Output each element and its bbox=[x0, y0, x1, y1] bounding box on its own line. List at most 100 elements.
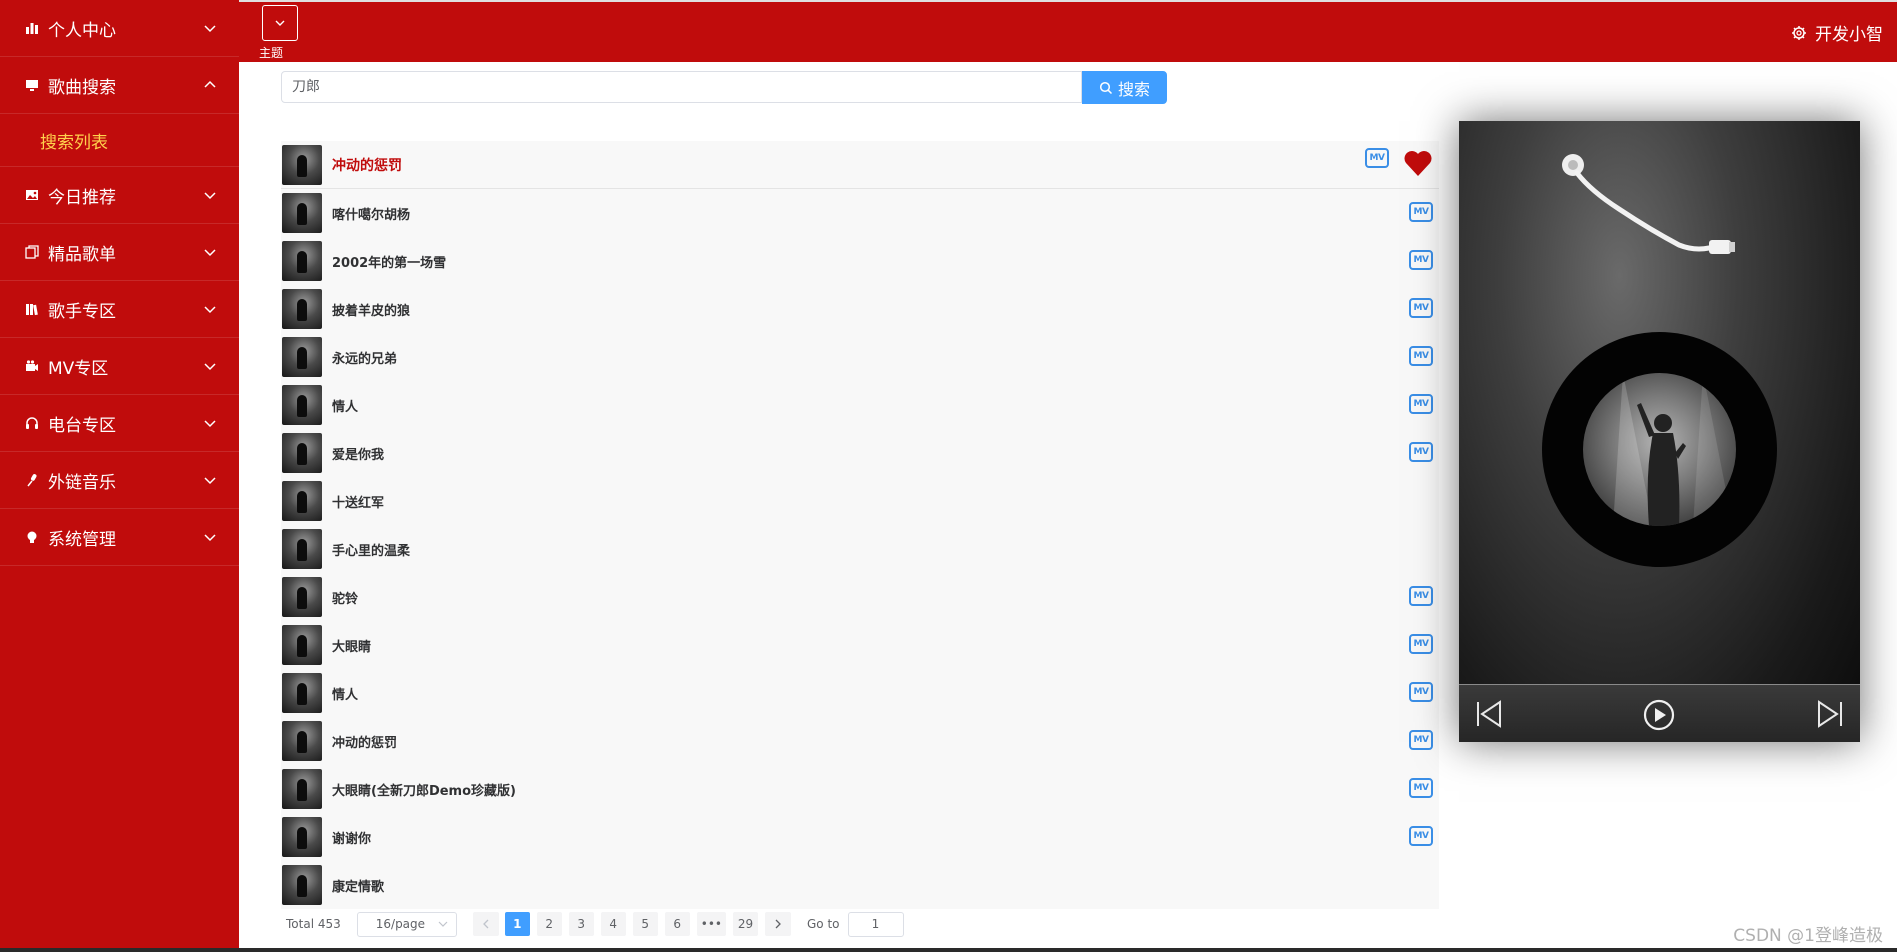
song-row[interactable]: 永远的兄弟 MV bbox=[281, 333, 1439, 381]
song-row[interactable]: 驼铃 MV bbox=[281, 573, 1439, 621]
mv-icon[interactable]: MV bbox=[1409, 442, 1433, 462]
song-title[interactable]: 喀什噶尔胡杨 bbox=[332, 204, 410, 223]
theme-button[interactable] bbox=[262, 5, 298, 41]
page-number[interactable]: 1 bbox=[504, 912, 530, 936]
heart-icon[interactable] bbox=[1403, 149, 1433, 177]
goto-page-input[interactable]: 1 bbox=[847, 911, 904, 937]
search-button[interactable]: 搜索 bbox=[1082, 71, 1167, 104]
headphones-icon bbox=[24, 415, 40, 431]
mv-icon[interactable]: MV bbox=[1409, 682, 1433, 702]
song-row[interactable]: 谢谢你 MV bbox=[281, 813, 1439, 861]
song-row[interactable]: 冲动的惩罚 MV bbox=[281, 141, 1439, 189]
bar-chart-icon bbox=[24, 20, 40, 36]
song-title[interactable]: 情人 bbox=[332, 684, 358, 703]
song-title[interactable]: 披着羊皮的狼 bbox=[332, 300, 410, 319]
theme-label: 主题 bbox=[259, 46, 284, 60]
song-cover bbox=[282, 529, 322, 569]
song-row[interactable]: 十送红军 bbox=[281, 477, 1439, 525]
song-title[interactable]: 谢谢你 bbox=[332, 828, 371, 847]
song-row[interactable]: 喀什噶尔胡杨 MV bbox=[281, 189, 1439, 237]
username: 开发小智 bbox=[1815, 25, 1883, 45]
sidebar: 个人中心 歌曲搜索 搜索列表 今日推荐 精品歌单 歌手专区 MV专区 电台专区 … bbox=[0, 0, 239, 948]
song-row[interactable]: 手心里的温柔 bbox=[281, 525, 1439, 573]
song-title[interactable]: 永远的兄弟 bbox=[332, 348, 397, 367]
song-list: 冲动的惩罚 MV 喀什噶尔胡杨 MV 2002年的第一场雪 MV 披着羊皮的狼 MV 永远的兄弟… bbox=[281, 141, 1439, 909]
user-menu[interactable]: 开发小智 bbox=[1791, 20, 1883, 45]
song-cover bbox=[282, 865, 322, 905]
song-title[interactable]: 冲动的惩罚 bbox=[332, 155, 402, 175]
page-number[interactable]: 4 bbox=[600, 912, 626, 936]
sidebar-item-today-recommend[interactable]: 今日推荐 bbox=[0, 167, 239, 224]
mv-icon[interactable]: MV bbox=[1409, 634, 1433, 654]
mv-icon[interactable]: MV bbox=[1365, 148, 1389, 168]
song-title[interactable]: 驼铃 bbox=[332, 588, 358, 607]
page-size-select[interactable]: 16/page bbox=[356, 911, 457, 937]
more-pages-button[interactable]: ••• bbox=[696, 912, 726, 936]
song-title[interactable]: 爱是你我 bbox=[332, 444, 384, 463]
song-row[interactable]: 冲动的惩罚 MV bbox=[281, 717, 1439, 765]
library-icon bbox=[24, 301, 40, 317]
page-number[interactable]: 6 bbox=[664, 912, 690, 936]
sidebar-item-personal-center[interactable]: 个人中心 bbox=[0, 0, 239, 57]
search-icon bbox=[1099, 81, 1113, 94]
chevron-down-icon bbox=[275, 20, 285, 26]
sidebar-item-label: 精品歌单 bbox=[48, 244, 116, 265]
next-page-button[interactable] bbox=[764, 912, 791, 936]
song-cover bbox=[282, 673, 322, 713]
sidebar-item-system-management[interactable]: 系统管理 bbox=[0, 509, 239, 566]
song-cover bbox=[282, 193, 322, 233]
song-row[interactable]: 康定情歌 bbox=[281, 861, 1439, 909]
song-row[interactable]: 爱是你我 MV bbox=[281, 429, 1439, 477]
chevron-down-icon bbox=[204, 306, 216, 314]
next-track-icon[interactable] bbox=[1816, 699, 1844, 729]
mv-icon[interactable]: MV bbox=[1409, 778, 1433, 798]
prev-page-button[interactable] bbox=[472, 912, 499, 936]
mv-icon[interactable]: MV bbox=[1409, 826, 1433, 846]
song-title[interactable]: 十送红军 bbox=[332, 492, 384, 511]
sidebar-item-playlists[interactable]: 精品歌单 bbox=[0, 224, 239, 281]
song-row[interactable]: 情人 MV bbox=[281, 669, 1439, 717]
song-cover bbox=[282, 721, 322, 761]
song-title[interactable]: 大眼睛(全新刀郎Demo珍藏版) bbox=[332, 780, 516, 799]
song-title[interactable]: 2002年的第一场雪 bbox=[332, 252, 446, 271]
song-row[interactable]: 情人 MV bbox=[281, 381, 1439, 429]
mv-icon[interactable]: MV bbox=[1409, 730, 1433, 750]
song-cover bbox=[282, 144, 322, 185]
sidebar-subitem-search-list[interactable]: 搜索列表 bbox=[0, 114, 239, 167]
chevron-down-icon bbox=[204, 192, 216, 200]
mv-icon[interactable]: MV bbox=[1409, 394, 1433, 414]
song-title[interactable]: 情人 bbox=[332, 396, 358, 415]
search-input[interactable]: 刀郎 bbox=[281, 71, 1082, 103]
chevron-down-icon bbox=[204, 363, 216, 371]
chevron-down-icon bbox=[204, 420, 216, 428]
mv-icon[interactable]: MV bbox=[1409, 298, 1433, 318]
song-row[interactable]: 大眼睛 MV bbox=[281, 621, 1439, 669]
mv-icon[interactable]: MV bbox=[1409, 202, 1433, 222]
sidebar-item-singers[interactable]: 歌手专区 bbox=[0, 281, 239, 338]
mv-icon[interactable]: MV bbox=[1409, 346, 1433, 366]
song-title[interactable]: 大眼睛 bbox=[332, 636, 371, 655]
song-row[interactable]: 披着羊皮的狼 MV bbox=[281, 285, 1439, 333]
sidebar-item-radio[interactable]: 电台专区 bbox=[0, 395, 239, 452]
page-number[interactable]: 3 bbox=[568, 912, 594, 936]
tonearm-image bbox=[1562, 154, 1735, 254]
mv-icon[interactable]: MV bbox=[1409, 586, 1433, 606]
chevron-down-icon bbox=[204, 25, 216, 33]
mv-icon[interactable]: MV bbox=[1409, 250, 1433, 270]
play-icon[interactable] bbox=[1643, 699, 1675, 731]
song-title[interactable]: 康定情歌 bbox=[332, 876, 384, 895]
page-number[interactable]: 29 bbox=[732, 912, 758, 936]
song-row[interactable]: 大眼睛(全新刀郎Demo珍藏版) MV bbox=[281, 765, 1439, 813]
song-title[interactable]: 冲动的惩罚 bbox=[332, 732, 397, 751]
sidebar-item-external-music[interactable]: 外链音乐 bbox=[0, 452, 239, 509]
sidebar-item-mv[interactable]: MV专区 bbox=[0, 338, 239, 395]
song-title[interactable]: 手心里的温柔 bbox=[332, 540, 410, 559]
sidebar-item-song-search[interactable]: 歌曲搜索 bbox=[0, 57, 239, 114]
previous-track-icon[interactable] bbox=[1475, 699, 1503, 729]
sidebar-item-label: 今日推荐 bbox=[48, 187, 116, 208]
song-row[interactable]: 2002年的第一场雪 MV bbox=[281, 237, 1439, 285]
vinyl-disc bbox=[1542, 332, 1777, 567]
song-cover bbox=[282, 481, 322, 521]
page-number[interactable]: 2 bbox=[536, 912, 562, 936]
page-number[interactable]: 5 bbox=[632, 912, 658, 936]
